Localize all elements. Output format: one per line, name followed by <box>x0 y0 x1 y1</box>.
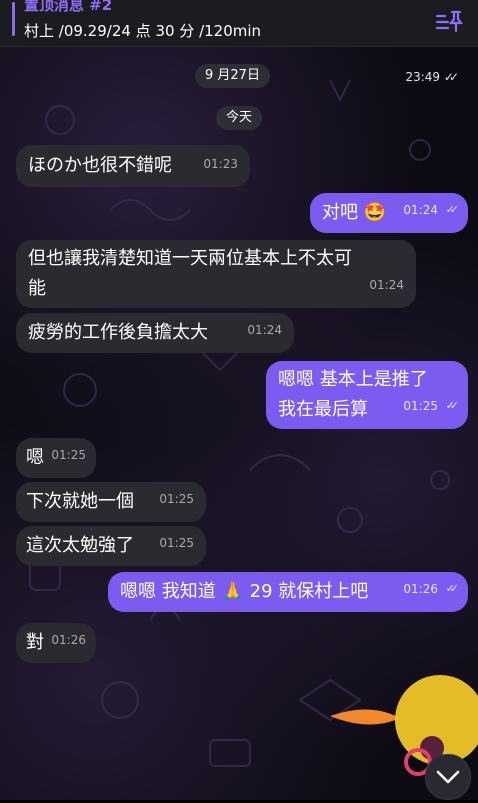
message-bubble-incoming[interactable]: 嗯 01:25 <box>16 438 96 478</box>
message-text-line1: 但也讓我清楚知道一天兩位基本上不太可 <box>28 248 352 269</box>
pin-indicator <box>12 2 15 36</box>
message-text: 下次就她一個 <box>26 491 134 512</box>
message-time: 01:26 <box>51 633 86 647</box>
message-text: 這次太勉強了 <box>26 535 134 556</box>
chevron-down-icon <box>436 770 460 784</box>
message-time: 01:25 <box>159 492 194 506</box>
message-bubble-incoming[interactable]: 下次就她一個 01:25 <box>16 482 206 522</box>
message-text: 疲勞的工作後負擔太大 <box>28 322 208 343</box>
message-time: 01:25 <box>403 399 438 413</box>
message-time: 01:25 <box>159 536 194 550</box>
message-text-line2: 能 <box>28 278 46 299</box>
message-text: 對 <box>26 632 44 653</box>
message-text: 29 就保村上吧 <box>249 581 369 602</box>
message-text: 嗯 <box>26 447 44 468</box>
today-separator: 今天 <box>216 106 263 130</box>
pinned-title: 置顶消息 #2 <box>24 0 113 14</box>
double-check-icon: ✓✓ <box>445 399 460 412</box>
pinned-message-bar[interactable]: 置顶消息 #2 村上 /09.29/24 点 30 分 /120min <box>0 0 478 47</box>
message-bubble-outgoing[interactable]: 对吧 🤩 01:24 ✓✓ <box>310 193 468 233</box>
message-text: 对吧 <box>322 202 358 223</box>
message-time: 01:24 <box>403 203 438 217</box>
message-text: ほのか也很不錯呢 <box>28 155 172 176</box>
message-bubble-incoming[interactable]: 疲勞的工作後負擔太大 01:24 <box>16 313 294 353</box>
date-separator: 9 月27日 <box>195 64 270 88</box>
star-struck-emoji: 🤩 <box>363 202 387 223</box>
double-check-icon: ✓✓ <box>445 582 460 595</box>
message-time: 01:24 <box>369 278 404 292</box>
pin-list-icon[interactable] <box>434 8 464 34</box>
message-text: 嗯嗯 我知道 <box>120 581 216 602</box>
message-bubble-outgoing[interactable]: 嗯嗯 基本上是推了 我在最后算 01:25 ✓✓ <box>266 361 468 429</box>
message-bubble-incoming[interactable]: 對 01:26 <box>16 623 96 663</box>
folded-hands-emoji: 🙏 <box>221 581 244 602</box>
double-check-icon: ✓✓ <box>443 70 459 84</box>
double-check-icon: ✓✓ <box>445 203 460 216</box>
message-time: 01:24 <box>247 323 282 337</box>
message-time: 01:26 <box>403 582 438 596</box>
message-bubble-incoming[interactable]: 這次太勉強了 01:25 <box>16 526 206 566</box>
message-bubble-outgoing[interactable]: 嗯嗯 我知道 🙏 29 就保村上吧 01:26 ✓✓ <box>108 572 468 612</box>
message-time: 23:49 ✓✓ <box>405 70 459 84</box>
pinned-text: 村上 /09.29/24 点 30 分 /120min <box>24 22 262 40</box>
message-bubble-incoming[interactable]: ほのか也很不錯呢 01:23 <box>16 145 250 187</box>
message-bubble-incoming[interactable]: 但也讓我清楚知道一天兩位基本上不太可 能 01:24 <box>16 240 416 308</box>
message-time: 01:25 <box>51 448 86 462</box>
message-time: 01:23 <box>203 157 238 171</box>
scroll-down-button[interactable] <box>425 754 471 800</box>
